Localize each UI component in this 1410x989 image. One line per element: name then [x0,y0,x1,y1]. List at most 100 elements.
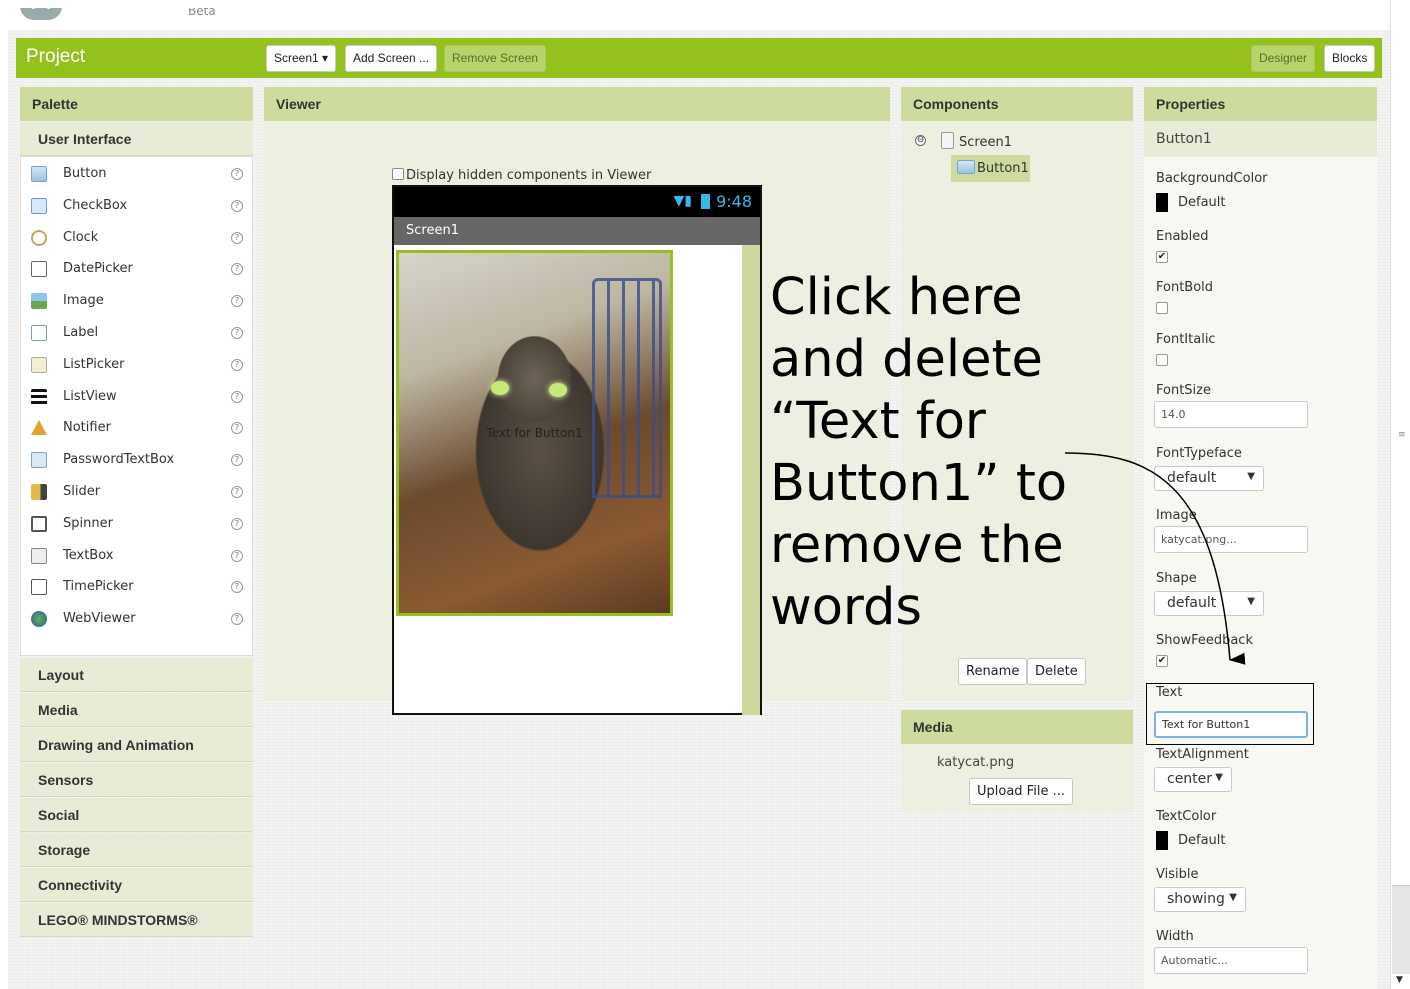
palette-category-layout[interactable]: Layout [20,658,253,692]
textalignment-label: TextAlignment [1156,747,1249,762]
palette-category-storage[interactable]: Storage [20,833,253,867]
help-icon[interactable]: ? [231,454,243,467]
display-hidden-checkbox[interactable]: Display hidden components in Viewer [392,168,651,183]
enabled-checkbox[interactable]: ✔ [1156,251,1168,263]
palette-item-listview[interactable]: ListView? [21,382,252,413]
text-property-input[interactable]: Text for Button1 [1154,711,1308,738]
tree-node-button1[interactable]: Button1 [951,155,1030,182]
label-icon [31,325,47,341]
upload-file-button[interactable]: Upload File ... [969,778,1073,805]
background-color-value[interactable]: Default [1178,195,1226,210]
palette-item-slider[interactable]: Slider? [21,477,252,508]
palette-item-timepicker[interactable]: TimePicker? [21,572,252,603]
app-inventor-logo[interactable] [20,8,62,20]
palette-item-listpicker[interactable]: ListPicker? [21,350,252,381]
checkbox-box[interactable] [392,168,404,180]
phone-scrollbar[interactable] [742,245,760,715]
textcolor-swatch[interactable] [1156,831,1168,850]
palette-category-sensors[interactable]: Sensors [20,763,253,797]
rename-button[interactable]: Rename [958,658,1028,685]
button1-preview[interactable]: Text for Button1 [396,250,673,616]
scroll-down-icon[interactable]: ▼ [1396,975,1403,985]
help-icon[interactable]: ? [231,295,243,308]
palette-item-passwordtextbox[interactable]: PasswordTextBox? [21,445,252,476]
help-icon[interactable]: ? [231,517,243,530]
palette-category-lego-mindstorms[interactable]: LEGO® MINDSTORMS® [20,903,253,937]
help-icon[interactable]: ? [231,486,243,498]
palette-item-image[interactable]: Image? [21,286,252,317]
visible-select[interactable]: showing ▼ [1154,887,1246,912]
help-icon[interactable]: ? [231,613,243,626]
palette-item-label: WebViewer [63,611,136,627]
slider-icon [31,484,47,500]
help-icon[interactable]: ? [231,422,243,435]
palette-item-label[interactable]: Label? [21,318,252,349]
help-icon[interactable]: ? [231,549,243,562]
palette-item-label: CheckBox [63,197,128,213]
viewer-title: Viewer [264,87,890,121]
background-color-swatch[interactable] [1156,193,1168,212]
help-icon[interactable]: ? [231,581,243,594]
page-scrollbar-thumb[interactable] [1392,0,1410,886]
help-icon[interactable]: ? [231,358,243,371]
palette-item-notifier[interactable]: Notifier? [21,413,252,444]
textalignment-select[interactable]: center ▼ [1154,767,1232,792]
tree-node-screen1[interactable]: Screen1 [959,135,1012,150]
listview-icon [31,388,47,405]
palette-item-label: Slider [63,484,101,499]
shape-select[interactable]: default ▼ [1154,591,1264,616]
palette-item-label: Image [63,293,104,309]
designer-button[interactable]: Designer [1251,45,1316,72]
page-scrollbar-track[interactable] [1392,886,1410,974]
palette-item-clock[interactable]: Clock? [21,223,252,254]
palette-item-textbox[interactable]: TextBox? [21,541,252,572]
cat-eye-left [491,381,509,395]
palette-item-spinner[interactable]: Spinner? [21,509,252,540]
notifier-icon [31,420,47,436]
palette-category-media[interactable]: Media [20,693,253,727]
help-icon[interactable]: ? [231,390,243,403]
palette-item-webviewer[interactable]: WebViewer? [21,604,252,635]
blocks-button[interactable]: Blocks [1324,45,1376,72]
help-icon[interactable]: ? [231,327,243,339]
fontitalic-checkbox[interactable] [1156,354,1168,366]
palette-category-user-interface[interactable]: User Interface [20,122,253,156]
add-screen-button[interactable]: Add Screen ... [345,45,438,72]
palette-category-drawing-and-animation[interactable]: Drawing and Animation [20,728,253,762]
width-input[interactable]: Automatic... [1154,947,1308,974]
chevron-down-icon: ▼ [1215,772,1223,783]
palette-item-label: ListView [63,388,117,404]
media-file-item[interactable]: katycat.png [937,755,1014,770]
phone-status-bar: ▼▮ 9:48 [394,187,760,217]
palette-item-datepicker[interactable]: DatePicker? [21,254,252,285]
palette-item-button[interactable]: Button? [21,159,252,190]
image-input[interactable]: katycat.png... [1154,526,1308,553]
help-icon[interactable]: ? [231,263,243,276]
palette-item-checkbox[interactable]: CheckBox? [21,191,252,222]
help-icon[interactable]: ? [231,168,243,180]
palette-category-social[interactable]: Social [20,798,253,832]
remove-screen-button[interactable]: Remove Screen [444,45,547,72]
annotation-line: “Text for [770,392,986,451]
fonttypeface-select[interactable]: default ▼ [1154,466,1264,491]
textcolor-value[interactable]: Default [1178,833,1226,848]
button-icon [957,160,975,174]
delete-button[interactable]: Delete [1027,658,1086,685]
palette-item-label: Notifier [63,420,111,436]
screen-select-button[interactable]: Screen1 ▾ [266,45,337,72]
collapse-icon[interactable]: ⊖ [915,135,926,146]
palette-category-connectivity[interactable]: Connectivity [20,868,253,902]
media-title: Media [901,710,1133,744]
annotation-line: remove the [770,516,1064,575]
showfeedback-checkbox[interactable]: ✔ [1156,655,1168,667]
scroll-grip-icon: ≡ [1398,430,1406,440]
fontsize-input[interactable]: 14.0 [1154,401,1308,428]
annotation-line: Click here [770,268,1023,327]
app-inventor-designer: Beta Project Screen1 ▾ Add Screen ... Re… [8,8,1390,989]
page-scrollbar[interactable]: ≡ ▼ [1390,0,1410,989]
fontbold-checkbox[interactable] [1156,302,1168,314]
beta-label: Beta [188,8,216,18]
fonttypeface-label: FontTypeface [1156,446,1242,461]
help-icon[interactable]: ? [231,199,243,212]
help-icon[interactable]: ? [231,231,243,244]
